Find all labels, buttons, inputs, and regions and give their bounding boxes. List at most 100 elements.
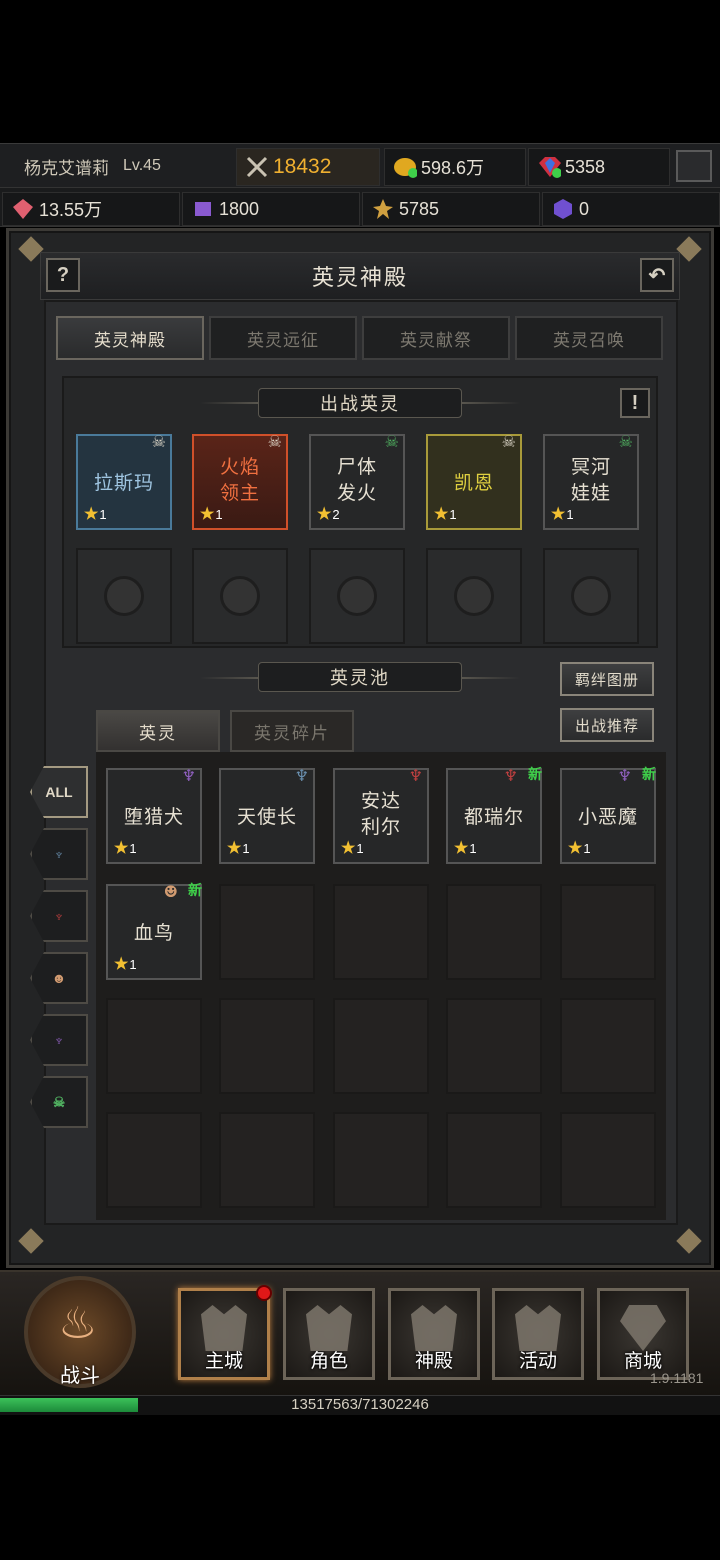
fight-button[interactable]: ♨ 战斗	[24, 1276, 136, 1388]
empty-slot	[219, 884, 315, 980]
nav-main-city[interactable]: 主城	[178, 1288, 270, 1380]
hero-stars: ★ 1	[341, 840, 364, 857]
hero-name: 小恶魔	[577, 806, 638, 828]
lock-icon	[104, 576, 144, 616]
gold-value: 598.6万	[421, 158, 485, 178]
tab-expedition[interactable]: 英灵远征	[209, 316, 357, 360]
player-info[interactable]: 杨克艾谱莉 Lv.45	[6, 148, 234, 184]
empty-slot	[560, 1112, 656, 1208]
lock-icon	[220, 576, 260, 616]
battle-hero-card[interactable]: ☠ 凯恩 ★ 1	[426, 432, 522, 530]
locked-slot[interactable]	[309, 548, 405, 644]
pool-hero-card[interactable]: ♆ 堕猎犬 ★ 1	[106, 766, 202, 864]
class-emblem-icon: ♆	[617, 766, 632, 785]
class-emblem-icon: ☠	[501, 432, 516, 451]
empty-slot	[333, 998, 429, 1094]
hero-stars: ★ 1	[200, 506, 223, 523]
class-emblem-icon: ☠	[151, 432, 166, 451]
gold-coin-icon	[393, 155, 417, 179]
gem-display[interactable]: 5358	[528, 148, 670, 186]
hero-stars: ★ 1	[551, 506, 574, 523]
purple-scroll-icon	[191, 197, 215, 221]
gold-display[interactable]: 598.6万	[384, 148, 526, 186]
locked-slot[interactable]	[76, 548, 172, 644]
lock-icon	[454, 576, 494, 616]
hero-stars: ★ 2	[317, 506, 340, 523]
pool-hero-card[interactable]: ♆ 新 都瑞尔 ★ 1	[446, 766, 542, 864]
empty-slot	[106, 1112, 202, 1208]
hero-stars: ★ 1	[454, 840, 477, 857]
angel-emblem-icon: ♆	[53, 846, 65, 862]
pool-hero-card[interactable]: ♆ 天使长 ★ 1	[219, 766, 315, 864]
hero-stars: ★ 1	[568, 840, 591, 857]
battle-hero-card[interactable]: ☠ 拉斯玛 ★ 1	[76, 432, 172, 530]
info-button[interactable]: !	[620, 388, 650, 418]
hero-name: 血鸟	[133, 922, 174, 944]
menu-button[interactable]	[676, 150, 712, 182]
pool-hero-card[interactable]: ♆ 安达 利尔 ★ 1	[333, 766, 429, 864]
nav-temple[interactable]: 神殿	[388, 1288, 480, 1380]
castle-icon	[201, 1305, 247, 1351]
crossed-swords-icon	[245, 155, 269, 179]
diamond-icon	[620, 1305, 666, 1351]
battle-hero-card[interactable]: ☠ 冥河 娃娃 ★ 1	[543, 432, 639, 530]
hero-name: 尸体 发火	[336, 456, 377, 504]
player-level: Lv.45	[123, 157, 161, 174]
empty-slot	[446, 1112, 542, 1208]
divider	[200, 677, 260, 679]
locked-slot[interactable]	[192, 548, 288, 644]
hero-pool-title: 英灵池	[258, 662, 462, 692]
hero-name: 安达 利尔	[360, 790, 401, 838]
temple-icon	[411, 1305, 457, 1351]
divider	[460, 677, 520, 679]
nav-shop[interactable]: 商城	[597, 1288, 689, 1380]
star-icon: ★	[114, 956, 129, 973]
hero-stars: ★ 1	[114, 840, 137, 857]
return-arrow-icon: ↶	[648, 264, 666, 287]
resource-scroll: 1800	[182, 192, 360, 226]
tab-summon[interactable]: 英灵召唤	[515, 316, 663, 360]
nav-character[interactable]: 角色	[283, 1288, 375, 1380]
battle-hero-card[interactable]: ☠ 尸体 发火 ★ 2	[309, 432, 405, 530]
nature-emblem-icon: ☠	[52, 1093, 66, 1110]
power-value: 18432	[273, 155, 332, 178]
hero-name: 拉斯玛	[93, 472, 154, 494]
empty-slot	[446, 998, 542, 1094]
demon-emblem-icon: ♆	[53, 908, 65, 924]
back-button[interactable]: ↶	[640, 258, 674, 292]
fight-label: 战斗	[60, 1363, 100, 1387]
lock-icon	[571, 576, 611, 616]
nav-activity[interactable]: 活动	[492, 1288, 584, 1380]
hero-stars: ★ 1	[114, 956, 137, 973]
player-name: 杨克艾谱莉	[24, 158, 109, 179]
hero-name: 天使长	[236, 806, 297, 828]
tab-hero-temple[interactable]: 英灵神殿	[56, 316, 204, 360]
pool-hero-card[interactable]: ☻ 新 血鸟 ★ 1	[106, 882, 202, 980]
page-title-bar: 英灵神殿	[40, 252, 680, 300]
question-icon: ?	[56, 263, 70, 286]
pool-hero-card[interactable]: ♆ 新 小恶魔 ★ 1	[560, 766, 656, 864]
empty-slot	[560, 884, 656, 980]
secondary-resource-bar: 13.55万 1800 5785 0	[0, 187, 720, 227]
subtab-heroes[interactable]: 英灵	[96, 710, 220, 752]
hero-name: 都瑞尔	[463, 806, 524, 828]
hero-stars: ★ 1	[434, 506, 457, 523]
class-emblem-icon: ♆	[294, 766, 309, 785]
bond-album-button[interactable]: 羁绊图册	[560, 662, 654, 696]
gem-icon	[537, 155, 561, 179]
help-button[interactable]: ?	[46, 258, 80, 292]
locked-slot[interactable]	[426, 548, 522, 644]
locked-slot[interactable]	[543, 548, 639, 644]
empty-slot	[333, 1112, 429, 1208]
undead-emblem-icon: ♆	[53, 1032, 65, 1048]
helmet-icon	[306, 1305, 352, 1351]
recommend-button[interactable]: 出战推荐	[560, 708, 654, 742]
subtab-shards[interactable]: 英灵碎片	[230, 710, 354, 752]
hero-name: 冥河 娃娃	[570, 456, 611, 504]
flame-icon: ♨	[58, 1298, 98, 1349]
class-emblem-icon: ☻	[163, 882, 178, 901]
star-icon: ★	[317, 506, 332, 523]
class-emblem-icon: ☠	[267, 432, 282, 451]
battle-hero-card[interactable]: ☠ 火焰 领主 ★ 1	[192, 432, 288, 530]
tab-sacrifice[interactable]: 英灵献祭	[362, 316, 510, 360]
